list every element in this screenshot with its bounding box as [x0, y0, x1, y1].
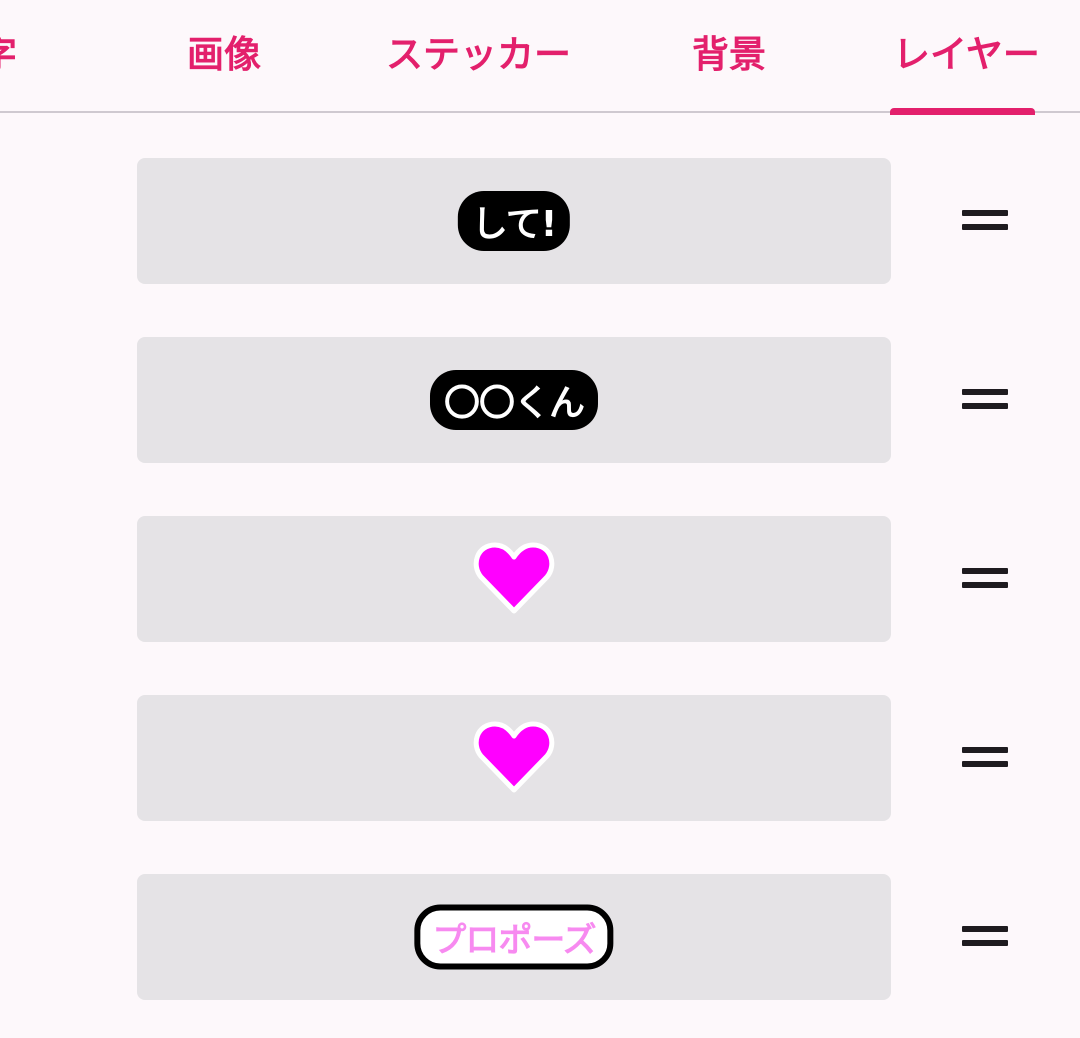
tab-sticker[interactable]: ステッカー — [386, 30, 571, 80]
layer-row — [0, 516, 1080, 642]
drag-handle-icon[interactable] — [962, 208, 1008, 234]
layer-thumbnail — [473, 539, 555, 619]
layer-card[interactable]: して! — [137, 158, 891, 284]
tab-image[interactable]: 画像 — [187, 30, 261, 80]
layer-thumbnail: して! — [457, 191, 571, 251]
active-tab-indicator — [890, 108, 1035, 115]
tab-background[interactable]: 背景 — [692, 30, 766, 80]
tab-layer[interactable]: レイヤー — [893, 30, 1040, 80]
drag-handle-icon[interactable] — [962, 924, 1008, 950]
sticker-text: 〇〇くん — [429, 370, 599, 430]
drag-handle-icon[interactable] — [962, 745, 1008, 771]
layer-thumbnail: プロポーズ — [414, 904, 614, 970]
layer-row: して! — [0, 158, 1080, 284]
drag-handle-icon[interactable] — [962, 387, 1008, 413]
heart-icon — [473, 542, 555, 614]
sticker-text: プロポーズ — [414, 904, 614, 970]
tab-bar: 字 画像 ステッカー 背景 レイヤー — [0, 0, 1080, 115]
layer-row: 〇〇くん — [0, 337, 1080, 463]
heart-icon — [473, 721, 555, 793]
layer-thumbnail — [473, 718, 555, 798]
layer-card[interactable]: プロポーズ — [137, 874, 891, 1000]
layer-row — [0, 695, 1080, 821]
layer-card[interactable] — [137, 695, 891, 821]
drag-handle-icon[interactable] — [962, 566, 1008, 592]
tab-text[interactable]: 字 — [0, 30, 17, 80]
layer-card[interactable] — [137, 516, 891, 642]
layer-row: プロポーズ — [0, 874, 1080, 1000]
layer-thumbnail: 〇〇くん — [429, 370, 599, 430]
sticker-text: して! — [457, 191, 571, 251]
layer-card[interactable]: 〇〇くん — [137, 337, 891, 463]
